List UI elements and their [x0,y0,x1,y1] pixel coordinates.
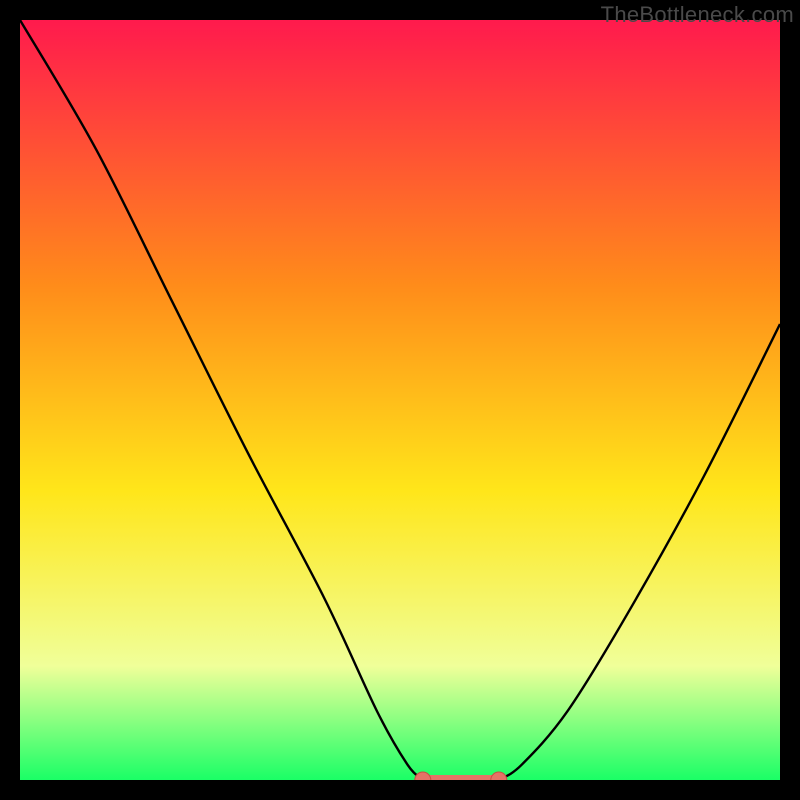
watermark-text: TheBottleneck.com [601,2,794,28]
chart-container: TheBottleneck.com [0,0,800,800]
left-branch-line [20,20,423,780]
curve-layer [20,20,780,780]
valley-dot [491,772,507,780]
right-branch-line [499,324,780,780]
valley-dot [415,772,431,780]
plot-area [20,20,780,780]
